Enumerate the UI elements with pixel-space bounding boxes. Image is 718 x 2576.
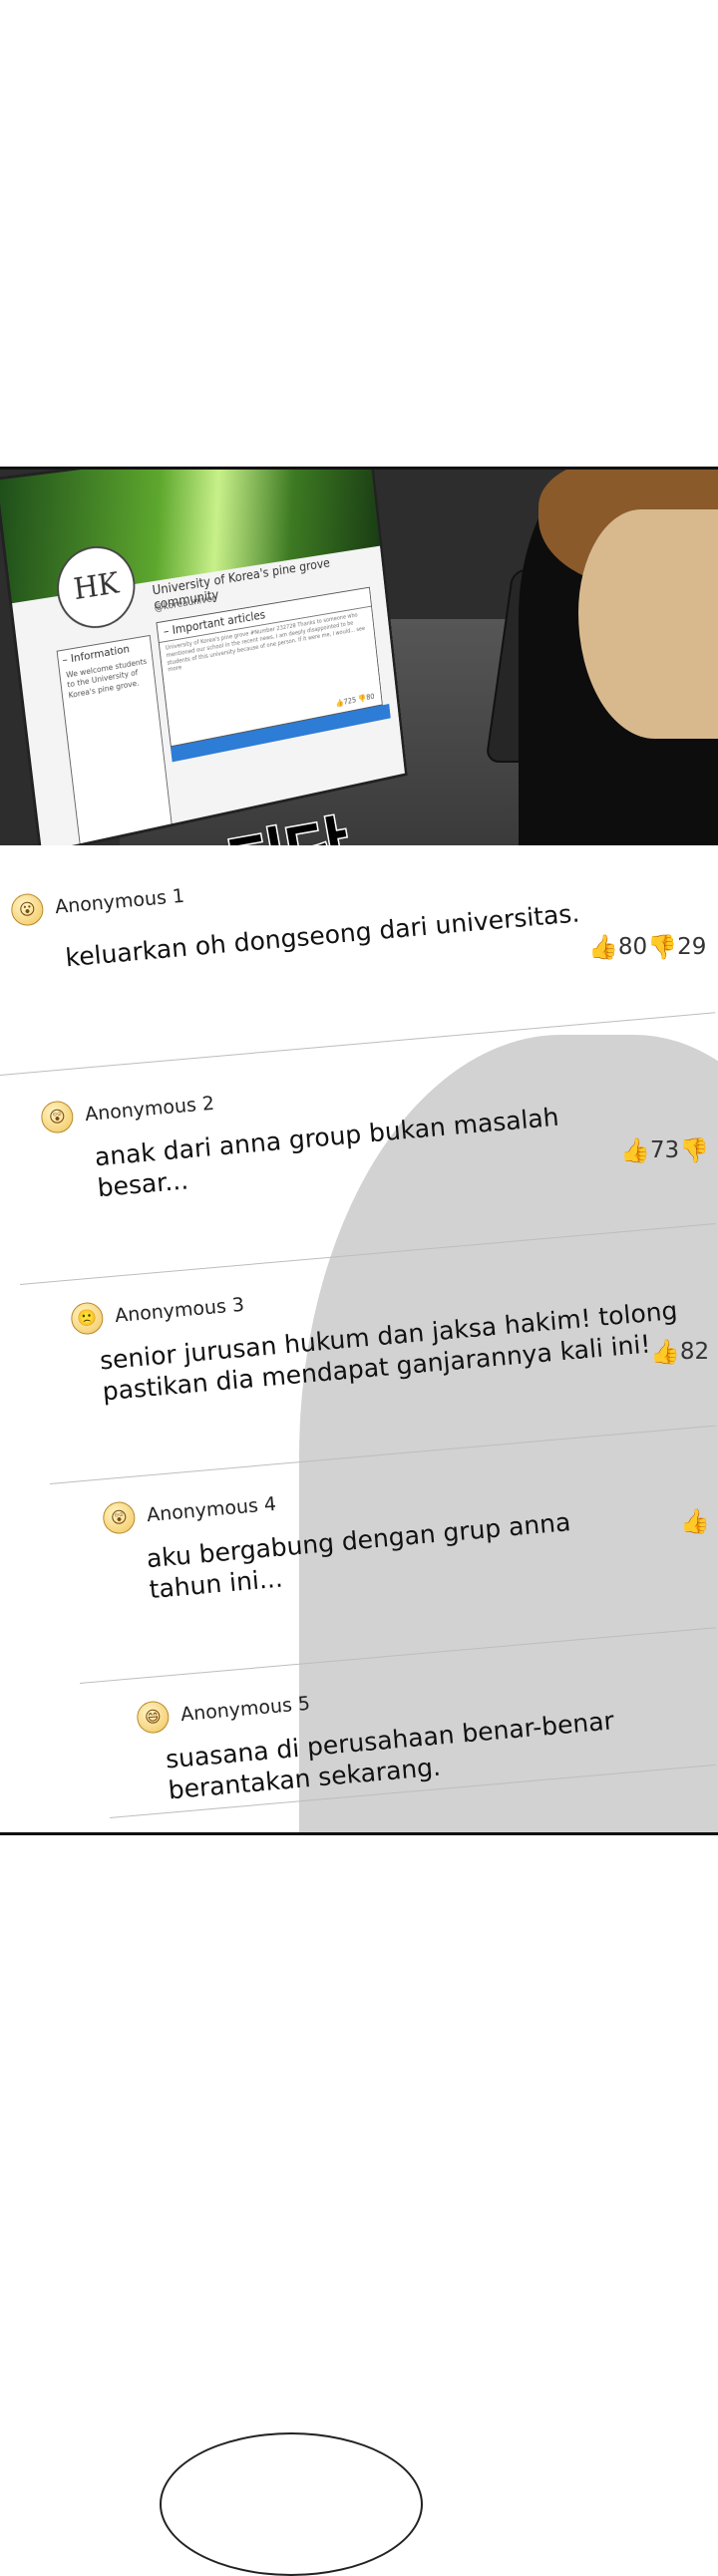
shocked-emoji-icon: 😮 [10, 892, 45, 927]
information-box: – Information We welcome students to the… [56, 634, 173, 846]
thumbs-down-icon[interactable]: 👎 [679, 1136, 709, 1164]
thumbs-down-icon[interactable]: 👎 [647, 933, 677, 961]
thumbs-up-icon[interactable]: 👍 [650, 1338, 680, 1366]
like-count: 73 [649, 1137, 680, 1163]
illustration-panel: HK University of Korea's pine grove comm… [0, 467, 718, 851]
comment-author: Anonymous 4 [146, 1492, 277, 1527]
comment-votes: 👍 73 👎 [620, 1136, 709, 1164]
comment-votes: 👍 82 [650, 1338, 709, 1366]
article-dislikes: 80 [365, 692, 375, 702]
comment-author: Anonymous 2 [84, 1092, 215, 1127]
comment-author: Anonymous 3 [114, 1293, 245, 1328]
comment-votes: 👍 [680, 1507, 710, 1535]
speech-bubble-outline [160, 2432, 423, 2576]
comments-panel: 😮 Anonymous 1 keluarkan oh dongseong dar… [0, 845, 718, 1835]
article-votes: 👍725 👎80 [335, 692, 375, 708]
comment-votes: 👍 80 👎 29 [588, 933, 706, 961]
like-count: 80 [617, 934, 648, 960]
comment-author: Anonymous 1 [54, 884, 185, 919]
smiling-emoji-icon: 😄 [136, 1700, 171, 1735]
thumbs-up-icon[interactable]: 👍 [620, 1136, 650, 1164]
thumbs-up-icon[interactable]: 👍 [588, 933, 618, 961]
surprised-emoji-icon: 😲 [102, 1500, 137, 1535]
surprised-emoji-icon: 😲 [40, 1100, 75, 1134]
like-count: 82 [679, 1339, 710, 1365]
dislike-count: 29 [677, 934, 707, 960]
thumbs-up-icon[interactable]: 👍 [680, 1507, 710, 1535]
article-likes: 725 [343, 695, 357, 707]
frowning-emoji-icon: 🙁 [70, 1301, 105, 1336]
comment-author: Anonymous 5 [180, 1692, 311, 1727]
